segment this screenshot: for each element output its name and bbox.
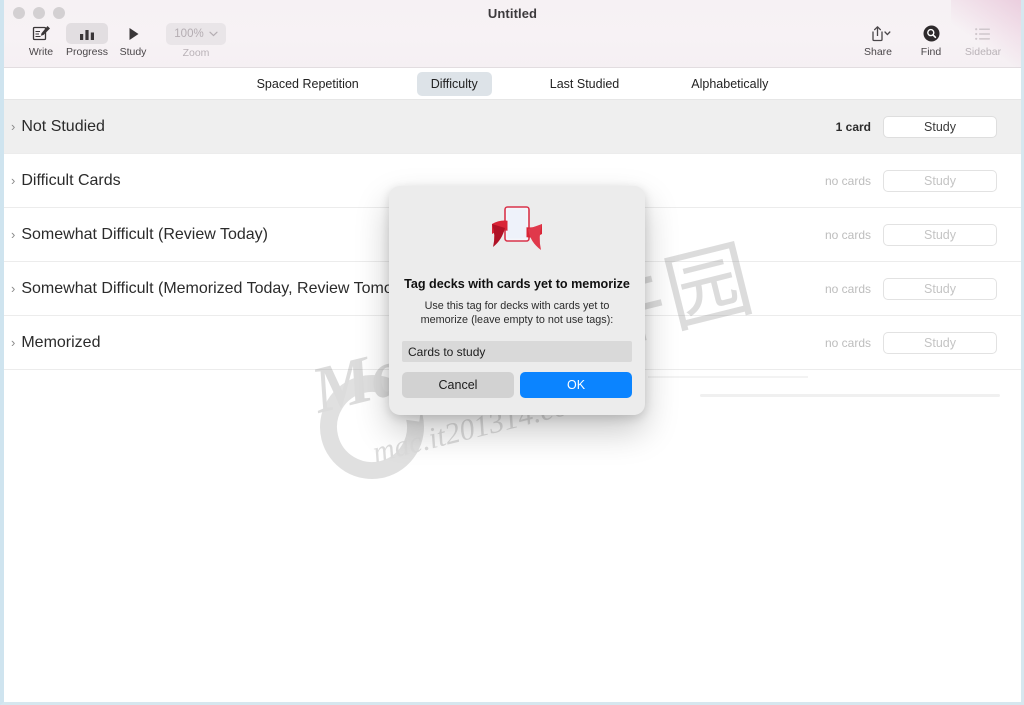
deck-title: Not Studied [21,117,105,135]
tab-last-studied[interactable]: Last Studied [536,72,634,96]
toolbar-item-progress-label: Progress [65,46,108,58]
dialog-title: Tag decks with cards yet to memorize [404,277,630,291]
write-pencil-icon [20,23,62,44]
toolbar-left-group: Write Progress Study [18,23,156,58]
titlebar: Untitled Write Progress Study 100% Zoom … [4,0,1021,68]
toolbar-item-write[interactable]: Write [18,23,64,58]
chevron-right-icon[interactable]: › [11,120,15,133]
dialog-button-row: Cancel OK [402,372,632,398]
deck-card-count: no cards [824,227,871,242]
zoom-control-group: 100% Zoom [166,23,226,59]
study-button[interactable]: Study [883,169,997,192]
share-icon [857,23,899,44]
play-triangle-icon [112,23,154,44]
toolbar-item-sidebar[interactable]: Sidebar [955,23,1011,58]
deck-card-count: no cards [824,173,871,188]
tab-difficulty[interactable]: Difficulty [416,71,492,96]
card-with-red-ribbon-icon [488,204,546,260]
deck-card-count: no cards [824,281,871,296]
chevron-right-icon[interactable]: › [11,174,15,187]
toolbar-item-write-label: Write [28,46,54,58]
study-button[interactable]: Study [883,223,997,246]
table-row[interactable]: › Not Studied 1 card Study [4,100,1021,154]
zoom-dropdown[interactable]: 100% [166,23,226,45]
toolbar-item-find[interactable]: Find [907,23,955,58]
toolbar-item-progress[interactable]: Progress [64,23,110,58]
cancel-button[interactable]: Cancel [402,372,514,398]
window-title: Untitled [487,6,538,21]
tab-alphabetically[interactable]: Alphabetically [677,72,782,96]
study-button[interactable]: Study [883,331,997,354]
study-button[interactable]: Study [883,277,997,300]
tab-spaced-repetition[interactable]: Spaced Repetition [243,72,373,96]
toolbar-item-share-label: Share [863,46,893,58]
toolbar-right-group: Share Find Sidebar [849,23,1011,58]
chevron-down-icon [209,31,218,37]
app-window: Untitled Write Progress Study 100% Zoom … [0,0,1024,705]
chevron-right-icon[interactable]: › [11,282,15,295]
tag-name-input[interactable] [402,341,632,362]
deck-card-count: no cards [824,335,871,350]
study-button[interactable]: Study [883,115,997,138]
toolbar-item-study[interactable]: Study [110,23,156,58]
toolbar-item-find-label: Find [920,46,942,58]
deck-card-count: 1 card [835,119,871,134]
find-magnifier-icon [910,23,952,44]
zoom-value: 100% [174,28,204,40]
chevron-right-icon[interactable]: › [11,228,15,241]
toolbar-item-share[interactable]: Share [849,23,907,58]
ok-button[interactable]: OK [520,372,632,398]
toolbar-item-study-label: Study [119,46,147,58]
dialog-message: Use this tag for decks with cards yet to… [420,300,614,326]
sidebar-list-icon [962,23,1004,44]
tag-decks-dialog: Tag decks with cards yet to memorize Use… [389,186,645,415]
zoom-label: Zoom [182,47,210,59]
sort-tabbar: Spaced Repetition Difficulty Last Studie… [4,68,1021,100]
chevron-right-icon[interactable]: › [11,336,15,349]
toolbar-item-sidebar-label: Sidebar [964,46,1002,58]
bar-chart-icon [66,23,108,44]
